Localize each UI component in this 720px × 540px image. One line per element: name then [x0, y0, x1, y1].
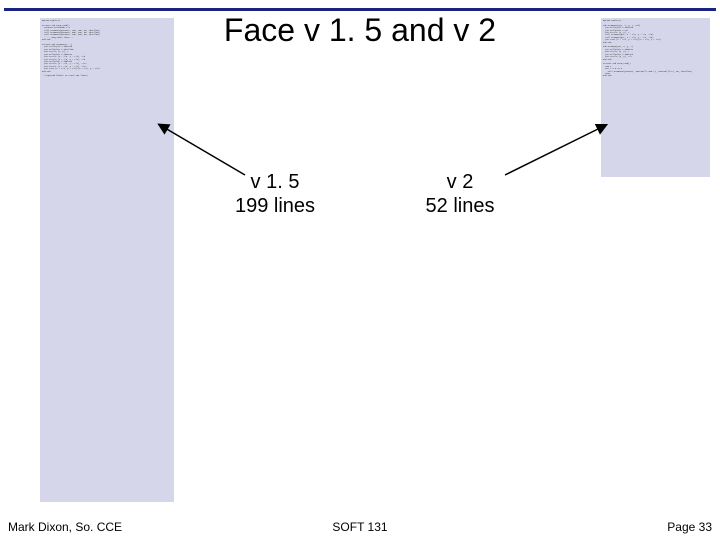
- label-v2-lines: 52 lines: [426, 195, 495, 217]
- top-rule: [4, 8, 716, 11]
- label-v15-lines: 199 lines: [235, 195, 315, 217]
- label-v15-version: v 1. 5: [251, 171, 300, 193]
- label-v2-version: v 2: [447, 171, 474, 193]
- code-block-v2: Option Explicit Sub DrawFace(pic, x, y, …: [601, 18, 710, 177]
- footer-course: SOFT 131: [0, 520, 720, 534]
- label-v2: v 2 52 lines: [400, 170, 520, 218]
- label-v15: v 1. 5 199 lines: [215, 170, 335, 218]
- code-block-v15: Option Explicit Private Sub Form_Load() …: [40, 18, 174, 502]
- footer-page: Page 33: [667, 520, 712, 534]
